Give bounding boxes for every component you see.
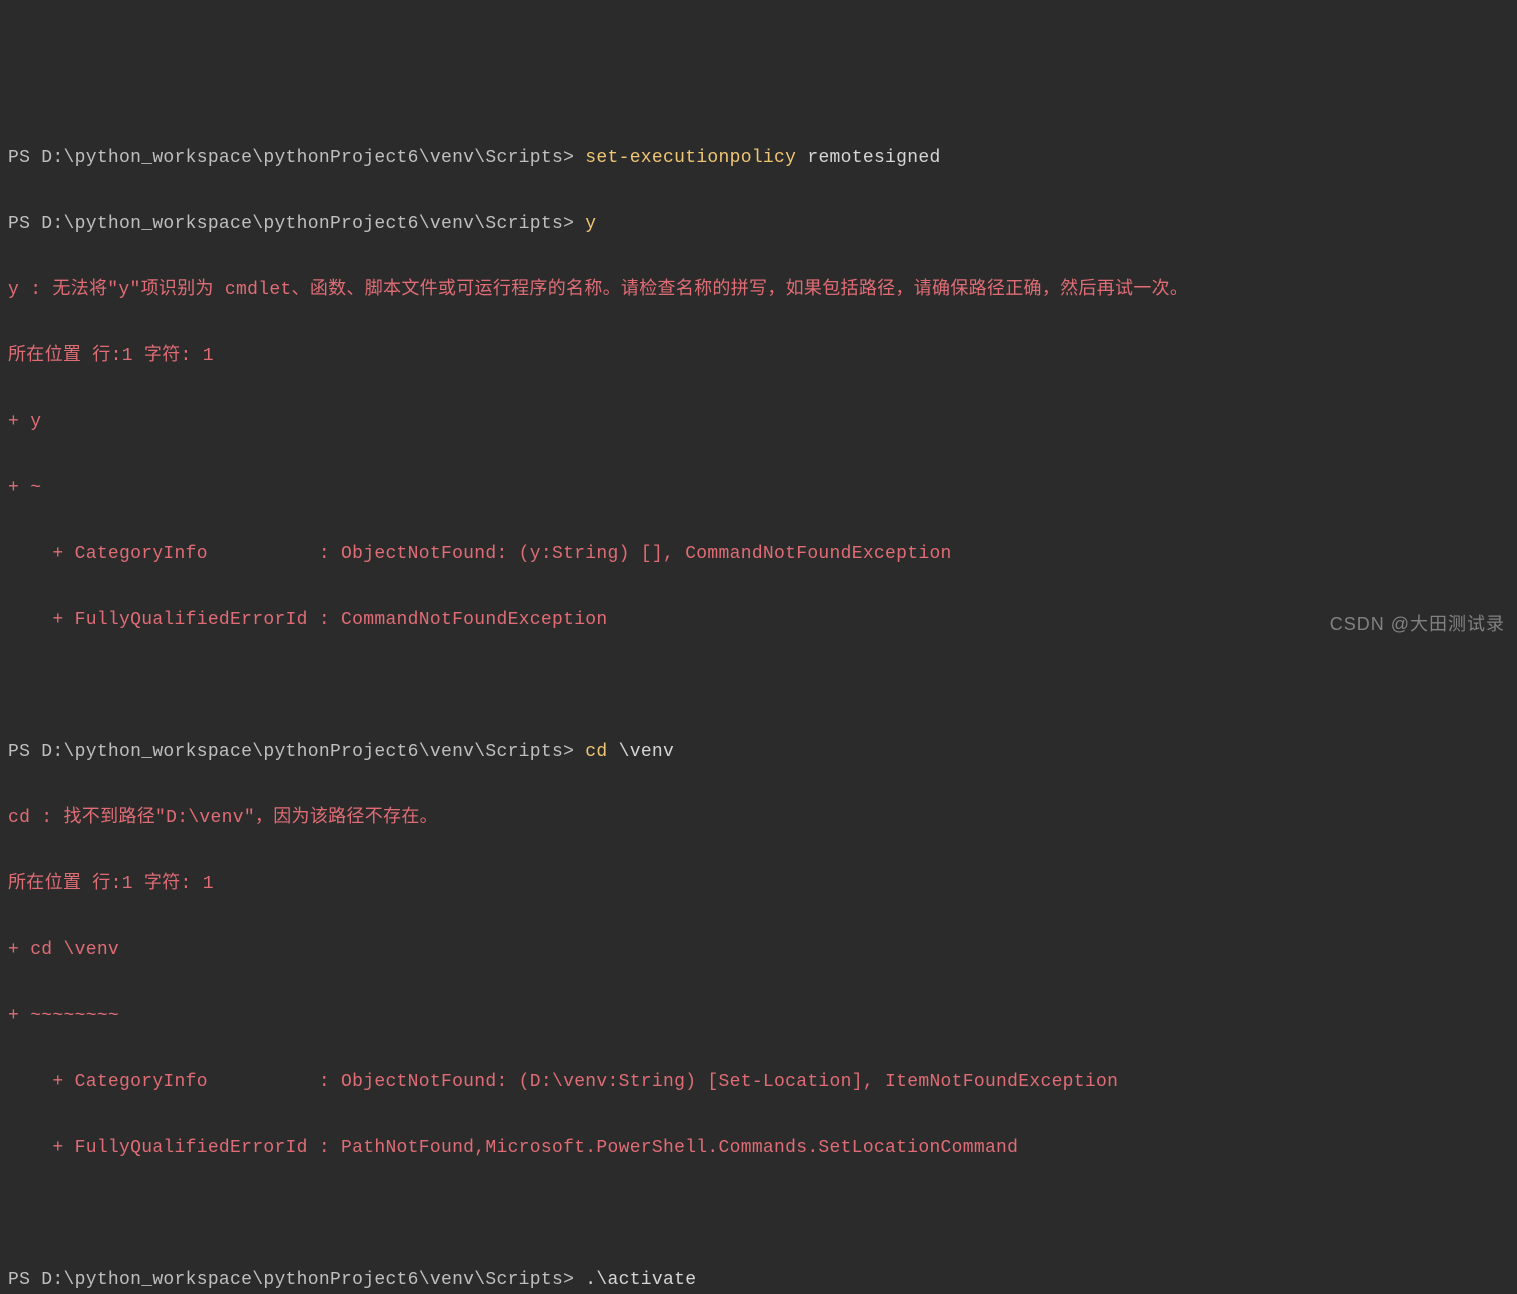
blank-line (8, 670, 1517, 703)
command-name: y (585, 214, 596, 234)
command-name: set-executionpolicy (585, 148, 796, 168)
ps-prompt: PS D:\python_workspace\pythonProject6\ve… (8, 214, 585, 234)
error-line: cd : 找不到路径"D:\venv"，因为该路径不存在。 (8, 802, 1517, 835)
terminal-line: PS D:\python_workspace\pythonProject6\ve… (8, 1264, 1517, 1294)
error-line: 所在位置 行:1 字符: 1 (8, 340, 1517, 373)
command-arg: remotesigned (796, 148, 940, 168)
ps-prompt: PS D:\python_workspace\pythonProject6\ve… (8, 1270, 585, 1290)
ps-prompt: PS D:\python_workspace\pythonProject6\ve… (8, 148, 585, 168)
watermark: CSDN @大田测试录 (1330, 608, 1505, 641)
terminal-line: PS D:\python_workspace\pythonProject6\ve… (8, 142, 1517, 175)
error-line: 所在位置 行:1 字符: 1 (8, 868, 1517, 901)
ps-prompt: PS D:\python_workspace\pythonProject6\ve… (8, 742, 585, 762)
error-line: + y (8, 406, 1517, 439)
error-line: + FullyQualifiedErrorId : PathNotFound,M… (8, 1132, 1517, 1165)
error-line: + ~ (8, 472, 1517, 505)
terminal-line: PS D:\python_workspace\pythonProject6\ve… (8, 208, 1517, 241)
error-line: + FullyQualifiedErrorId : CommandNotFoun… (8, 604, 1517, 637)
error-line: + ~~~~~~~~ (8, 1000, 1517, 1033)
error-line: + cd \venv (8, 934, 1517, 967)
error-line: + CategoryInfo : ObjectNotFound: (y:Stri… (8, 538, 1517, 571)
command-name: cd (585, 742, 607, 762)
error-line: + CategoryInfo : ObjectNotFound: (D:\ven… (8, 1066, 1517, 1099)
terminal-line: PS D:\python_workspace\pythonProject6\ve… (8, 736, 1517, 769)
blank-line (8, 1198, 1517, 1231)
command-name: .\activate (585, 1270, 696, 1290)
command-arg: \venv (608, 742, 675, 762)
error-line: y : 无法将"y"项识别为 cmdlet、函数、脚本文件或可运行程序的名称。请… (8, 274, 1517, 307)
